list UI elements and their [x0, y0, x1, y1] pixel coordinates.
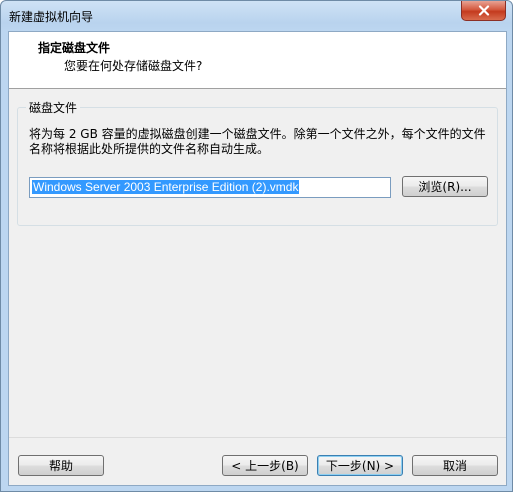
disk-file-name-value: Windows Server 2003 Enterprise Edition (… [32, 180, 300, 194]
back-button[interactable]: < 上一步(B) [222, 455, 308, 476]
help-button[interactable]: 帮助 [18, 455, 104, 476]
disk-file-name-input[interactable]: Windows Server 2003 Enterprise Edition (… [29, 177, 391, 198]
close-button[interactable] [461, 1, 506, 21]
title-bar[interactable]: 新建虚拟机向导 [1, 1, 512, 31]
wizard-header: 指定磁盘文件 您要在何处存储磁盘文件? [9, 32, 506, 89]
dialog-content: 指定磁盘文件 您要在何处存储磁盘文件? 磁盘文件 将为每 2 GB 容量的虚拟磁… [8, 31, 507, 486]
cancel-button[interactable]: 取消 [412, 455, 498, 476]
page-title: 指定磁盘文件 [38, 41, 111, 55]
wizard-window: 新建虚拟机向导 指定磁盘文件 您要在何处存储磁盘文件? 磁盘文件 将为每 2 G… [0, 0, 513, 492]
close-icon [478, 5, 489, 16]
page-subtitle: 您要在何处存储磁盘文件? [64, 59, 203, 73]
next-button[interactable]: 下一步(N) > [317, 455, 403, 476]
window-title: 新建虚拟机向导 [9, 10, 94, 24]
disk-file-group: 磁盘文件 将为每 2 GB 容量的虚拟磁盘创建一个磁盘文件。除第一个文件之外，每… [17, 99, 498, 226]
footer-divider [9, 437, 506, 438]
disk-file-description: 将为每 2 GB 容量的虚拟磁盘创建一个磁盘文件。除第一个文件之外，每个文件的文… [29, 127, 486, 156]
disk-file-group-label: 磁盘文件 [26, 99, 81, 116]
browse-button[interactable]: 浏览(R)... [402, 176, 488, 197]
